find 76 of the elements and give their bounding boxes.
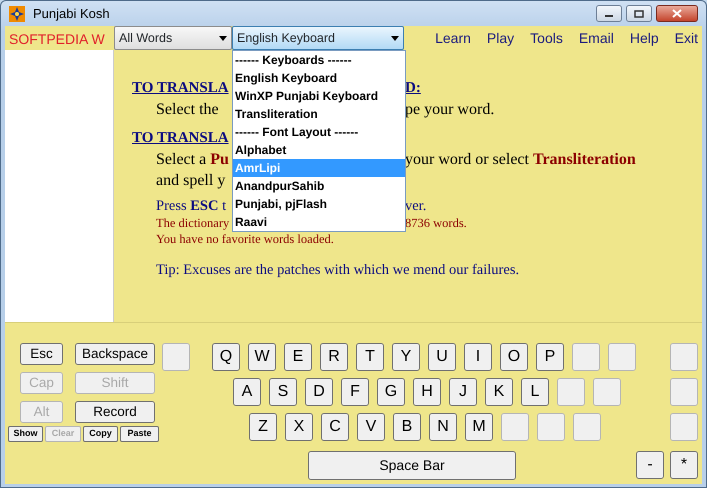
key-button[interactable]: U — [428, 343, 456, 371]
section-heading: TO TRANSLA — [132, 80, 229, 96]
minimize-button[interactable] — [596, 5, 622, 22]
menu-link[interactable]: Exit — [674, 28, 698, 48]
maximize-button[interactable] — [626, 5, 652, 22]
dropdown-option[interactable]: Alphabet — [233, 141, 405, 159]
dropdown-option[interactable]: WinXP Punjabi Keyboard — [233, 87, 405, 105]
dropdown-option[interactable]: Punjabi, pjFlash — [233, 195, 405, 213]
dropdown-option[interactable]: English Keyboard — [233, 69, 405, 87]
dropdown-option[interactable]: Raavi — [233, 213, 405, 231]
key-button[interactable]: Y — [392, 343, 420, 371]
dropdown-option[interactable]: ------ Keyboards ------ — [233, 51, 405, 69]
combo-box[interactable]: All Words — [114, 26, 232, 50]
key-button[interactable]: M — [465, 413, 493, 441]
key-button[interactable]: N — [429, 413, 457, 441]
combo-box[interactable]: English Keyboard — [232, 26, 404, 50]
dropdown-option[interactable]: AnandpurSahib — [233, 177, 405, 195]
key-button[interactable]: F — [341, 378, 369, 406]
section-heading: TO TRANSLA — [132, 130, 229, 146]
close-button[interactable] — [656, 5, 698, 22]
menu-link[interactable]: Learn — [435, 28, 471, 48]
dropdown-option[interactable]: ------ Font Layout ------ — [233, 123, 405, 141]
close-icon — [672, 9, 682, 18]
key-button[interactable]: - — [636, 451, 664, 479]
instruction-text: Select a Pu — [156, 151, 229, 168]
dropdown-option[interactable]: Transliteration — [233, 105, 405, 123]
word-list-panel[interactable] — [5, 50, 114, 322]
key-button[interactable]: * — [670, 451, 698, 479]
key-button[interactable]: Z — [249, 413, 277, 441]
key-button[interactable]: X — [285, 413, 313, 441]
status-note: The dictionary — [156, 216, 230, 230]
section-heading: D: — [405, 79, 421, 98]
key-button[interactable]: Q — [212, 343, 240, 371]
instruction-text: and spell y — [156, 172, 226, 189]
menu-link[interactable]: Help — [630, 28, 659, 48]
status-note: 8736 words. — [405, 215, 467, 230]
key-button[interactable]: S — [269, 378, 297, 406]
key-button[interactable]: I — [464, 343, 492, 371]
key-button[interactable]: B — [393, 413, 421, 441]
instruction-text: Press ESC t — [156, 198, 226, 214]
key-button[interactable]: Record — [75, 401, 155, 423]
key-button[interactable]: E — [284, 343, 312, 371]
app-logo-icon — [9, 6, 25, 22]
key-button[interactable]: D — [305, 378, 333, 406]
key-button[interactable]: K — [485, 378, 513, 406]
key-button[interactable]: L — [521, 378, 549, 406]
space-bar-key[interactable]: Space Bar — [308, 451, 516, 480]
key-button[interactable]: V — [357, 413, 385, 441]
menu-link[interactable]: Play — [486, 28, 514, 48]
key-button[interactable]: T — [356, 343, 384, 371]
small-button[interactable]: Copy — [83, 426, 118, 442]
status-note: You have no favorite words loaded. — [156, 232, 334, 246]
key-button[interactable]: J — [449, 378, 477, 406]
key-button[interactable]: H — [413, 378, 441, 406]
menu-link[interactable]: Email — [578, 28, 614, 48]
window-title: Punjabi Kosh — [33, 4, 110, 23]
key-button[interactable]: A — [233, 378, 261, 406]
key-button[interactable]: O — [500, 343, 528, 371]
dropdown-arrow-icon — [219, 36, 227, 40]
key-button[interactable]: C — [321, 413, 349, 441]
menu-link[interactable]: Tools — [530, 28, 563, 48]
small-button[interactable]: Paste — [120, 426, 159, 442]
key-button[interactable]: Backspace — [75, 343, 155, 365]
dropdown-arrow-icon — [391, 36, 399, 40]
tip-text: Tip: Excuses are the patches with which we mend our failures. — [156, 262, 520, 278]
key-button[interactable]: R — [320, 343, 348, 371]
maximize-icon — [634, 10, 644, 18]
instruction-text: ver. — [405, 197, 426, 214]
instruction-text: your word or select Transliteration — [405, 150, 636, 169]
instruction-text: Select the — [156, 101, 219, 118]
key-button[interactable]: G — [377, 378, 405, 406]
key-button[interactable]: Esc — [20, 343, 63, 365]
small-button[interactable]: Show — [8, 426, 43, 442]
key-button[interactable]: P — [536, 343, 564, 371]
instruction-text: pe your word. — [405, 100, 494, 119]
key-button[interactable]: W — [248, 343, 276, 371]
